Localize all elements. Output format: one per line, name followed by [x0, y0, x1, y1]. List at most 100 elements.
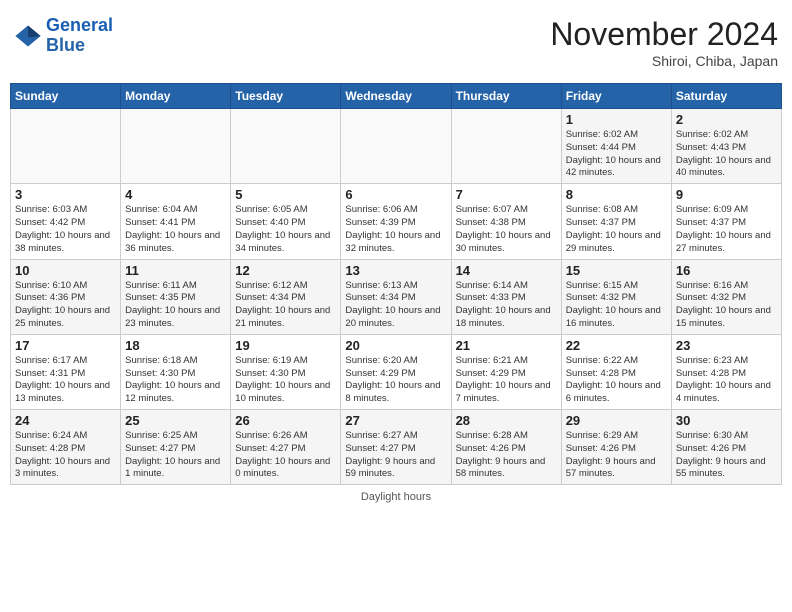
day-number: 20	[345, 338, 446, 353]
day-info: Sunrise: 6:29 AM Sunset: 4:26 PM Dayligh…	[566, 430, 667, 481]
day-info: Sunrise: 6:02 AM Sunset: 4:44 PM Dayligh…	[566, 129, 667, 180]
day-info: Sunrise: 6:07 AM Sunset: 4:38 PM Dayligh…	[456, 204, 557, 255]
day-number: 5	[235, 187, 336, 202]
calendar-day-cell: 26 Sunrise: 6:26 AM Sunset: 4:27 PM Dayli…	[231, 410, 341, 485]
day-info: Sunrise: 6:09 AM Sunset: 4:37 PM Dayligh…	[676, 204, 777, 255]
page-header: General Blue November 2024 Shiroi, Chiba…	[10, 10, 782, 75]
day-number: 16	[676, 263, 777, 278]
calendar-day-cell: 15 Sunrise: 6:15 AM Sunset: 4:32 PM Dayli…	[561, 259, 671, 334]
day-info: Sunrise: 6:23 AM Sunset: 4:28 PM Dayligh…	[676, 355, 777, 406]
day-number: 1	[566, 112, 667, 127]
day-number: 26	[235, 413, 336, 428]
calendar-day-cell: 7 Sunrise: 6:07 AM Sunset: 4:38 PM Daylig…	[451, 184, 561, 259]
day-info: Sunrise: 6:03 AM Sunset: 4:42 PM Dayligh…	[15, 204, 116, 255]
daylight-hours-label: Daylight hours	[361, 491, 431, 503]
day-number: 23	[676, 338, 777, 353]
logo-text: General Blue	[46, 16, 113, 56]
calendar-day-header: Wednesday	[341, 84, 451, 109]
calendar-header-row: SundayMondayTuesdayWednesdayThursdayFrid…	[11, 84, 782, 109]
calendar-day-cell: 6 Sunrise: 6:06 AM Sunset: 4:39 PM Daylig…	[341, 184, 451, 259]
calendar-day-header: Monday	[121, 84, 231, 109]
calendar-day-cell: 9 Sunrise: 6:09 AM Sunset: 4:37 PM Daylig…	[671, 184, 781, 259]
day-number: 24	[15, 413, 116, 428]
day-info: Sunrise: 6:30 AM Sunset: 4:26 PM Dayligh…	[676, 430, 777, 481]
calendar-day-cell: 16 Sunrise: 6:16 AM Sunset: 4:32 PM Dayli…	[671, 259, 781, 334]
calendar-day-cell	[231, 109, 341, 184]
day-info: Sunrise: 6:18 AM Sunset: 4:30 PM Dayligh…	[125, 355, 226, 406]
calendar-day-cell: 12Sunrise: 6:12 AM Sunset: 4:34 PM Dayli…	[231, 259, 341, 334]
calendar-day-header: Saturday	[671, 84, 781, 109]
calendar-day-header: Sunday	[11, 84, 121, 109]
day-info: Sunrise: 6:12 AM Sunset: 4:34 PM Dayligh…	[235, 280, 336, 331]
calendar-week-row: 17Sunrise: 6:17 AM Sunset: 4:31 PM Dayli…	[11, 334, 782, 409]
location: Shiroi, Chiba, Japan	[550, 53, 778, 69]
month-title: November 2024	[550, 16, 778, 53]
calendar-day-cell: 25 Sunrise: 6:25 AM Sunset: 4:27 PM Dayli…	[121, 410, 231, 485]
day-number: 15	[566, 263, 667, 278]
calendar-day-cell: 22Sunrise: 6:22 AM Sunset: 4:28 PM Dayli…	[561, 334, 671, 409]
calendar-week-row: 1 Sunrise: 6:02 AM Sunset: 4:44 PM Daylig…	[11, 109, 782, 184]
calendar-day-cell: 14Sunrise: 6:14 AM Sunset: 4:33 PM Dayli…	[451, 259, 561, 334]
day-info: Sunrise: 6:05 AM Sunset: 4:40 PM Dayligh…	[235, 204, 336, 255]
day-number: 27	[345, 413, 446, 428]
calendar-day-cell: 21Sunrise: 6:21 AM Sunset: 4:29 PM Dayli…	[451, 334, 561, 409]
calendar-day-cell: 2 Sunrise: 6:02 AM Sunset: 4:43 PM Daylig…	[671, 109, 781, 184]
calendar-table: SundayMondayTuesdayWednesdayThursdayFrid…	[10, 83, 782, 485]
day-info: Sunrise: 6:16 AM Sunset: 4:32 PM Dayligh…	[676, 280, 777, 331]
day-number: 19	[235, 338, 336, 353]
day-info: Sunrise: 6:26 AM Sunset: 4:27 PM Dayligh…	[235, 430, 336, 481]
calendar-day-cell: 23 Sunrise: 6:23 AM Sunset: 4:28 PM Dayli…	[671, 334, 781, 409]
day-info: Sunrise: 6:20 AM Sunset: 4:29 PM Dayligh…	[345, 355, 446, 406]
day-number: 22	[566, 338, 667, 353]
day-info: Sunrise: 6:02 AM Sunset: 4:43 PM Dayligh…	[676, 129, 777, 180]
calendar-week-row: 3 Sunrise: 6:03 AM Sunset: 4:42 PM Daylig…	[11, 184, 782, 259]
calendar-day-cell: 20 Sunrise: 6:20 AM Sunset: 4:29 PM Dayli…	[341, 334, 451, 409]
calendar-day-cell: 1 Sunrise: 6:02 AM Sunset: 4:44 PM Daylig…	[561, 109, 671, 184]
day-number: 21	[456, 338, 557, 353]
calendar-day-cell: 24 Sunrise: 6:24 AM Sunset: 4:28 PM Dayli…	[11, 410, 121, 485]
day-number: 14	[456, 263, 557, 278]
day-info: Sunrise: 6:13 AM Sunset: 4:34 PM Dayligh…	[345, 280, 446, 331]
calendar-day-cell: 4Sunrise: 6:04 AM Sunset: 4:41 PM Daylig…	[121, 184, 231, 259]
day-number: 18	[125, 338, 226, 353]
calendar-day-cell: 17Sunrise: 6:17 AM Sunset: 4:31 PM Dayli…	[11, 334, 121, 409]
logo: General Blue	[14, 16, 113, 56]
day-info: Sunrise: 6:06 AM Sunset: 4:39 PM Dayligh…	[345, 204, 446, 255]
calendar-day-cell: 27 Sunrise: 6:27 AM Sunset: 4:27 PM Dayli…	[341, 410, 451, 485]
day-number: 11	[125, 263, 226, 278]
calendar-day-cell	[121, 109, 231, 184]
calendar-day-cell: 30 Sunrise: 6:30 AM Sunset: 4:26 PM Dayli…	[671, 410, 781, 485]
day-info: Sunrise: 6:25 AM Sunset: 4:27 PM Dayligh…	[125, 430, 226, 481]
day-info: Sunrise: 6:08 AM Sunset: 4:37 PM Dayligh…	[566, 204, 667, 255]
day-info: Sunrise: 6:15 AM Sunset: 4:32 PM Dayligh…	[566, 280, 667, 331]
calendar-day-cell	[341, 109, 451, 184]
logo-icon	[14, 22, 42, 50]
day-number: 7	[456, 187, 557, 202]
calendar-week-row: 10Sunrise: 6:10 AM Sunset: 4:36 PM Dayli…	[11, 259, 782, 334]
calendar-day-cell: 3 Sunrise: 6:03 AM Sunset: 4:42 PM Daylig…	[11, 184, 121, 259]
calendar-day-cell	[451, 109, 561, 184]
day-number: 2	[676, 112, 777, 127]
day-number: 3	[15, 187, 116, 202]
day-info: Sunrise: 6:28 AM Sunset: 4:26 PM Dayligh…	[456, 430, 557, 481]
calendar-day-header: Tuesday	[231, 84, 341, 109]
day-number: 30	[676, 413, 777, 428]
day-number: 6	[345, 187, 446, 202]
day-number: 4	[125, 187, 226, 202]
calendar-day-header: Thursday	[451, 84, 561, 109]
calendar-day-cell: 11Sunrise: 6:11 AM Sunset: 4:35 PM Dayli…	[121, 259, 231, 334]
calendar-day-cell: 8 Sunrise: 6:08 AM Sunset: 4:37 PM Daylig…	[561, 184, 671, 259]
day-info: Sunrise: 6:24 AM Sunset: 4:28 PM Dayligh…	[15, 430, 116, 481]
day-number: 8	[566, 187, 667, 202]
day-number: 28	[456, 413, 557, 428]
calendar-week-row: 24 Sunrise: 6:24 AM Sunset: 4:28 PM Dayli…	[11, 410, 782, 485]
day-number: 29	[566, 413, 667, 428]
calendar-day-cell: 13 Sunrise: 6:13 AM Sunset: 4:34 PM Dayli…	[341, 259, 451, 334]
day-number: 17	[15, 338, 116, 353]
day-number: 25	[125, 413, 226, 428]
calendar-day-cell: 28 Sunrise: 6:28 AM Sunset: 4:26 PM Dayli…	[451, 410, 561, 485]
day-number: 9	[676, 187, 777, 202]
day-number: 13	[345, 263, 446, 278]
day-info: Sunrise: 6:10 AM Sunset: 4:36 PM Dayligh…	[15, 280, 116, 331]
day-info: Sunrise: 6:27 AM Sunset: 4:27 PM Dayligh…	[345, 430, 446, 481]
